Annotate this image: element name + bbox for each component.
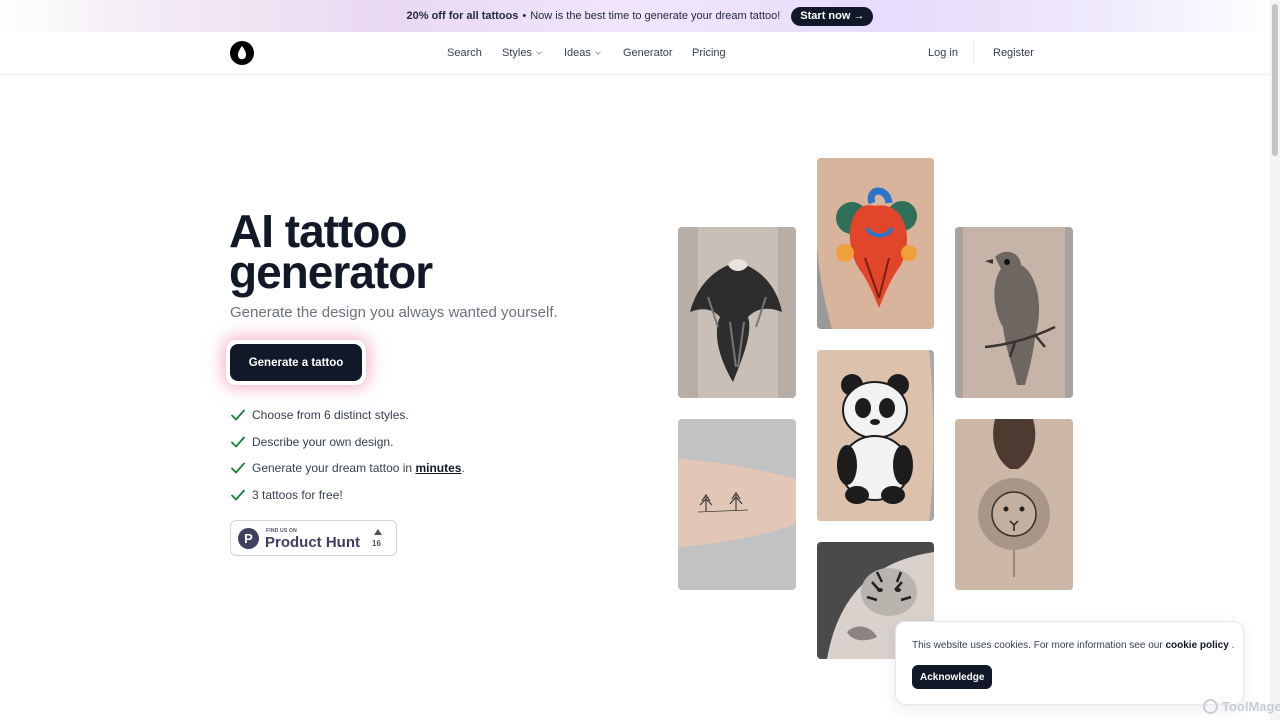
lion-back-tattoo-image [955, 419, 1073, 590]
top-navigation: Search Styles Ideas Generator Pricing Lo… [0, 32, 1270, 75]
promo-discount: 20% off for all tattoos [406, 10, 519, 22]
page-title: AI tattoo generator [229, 205, 433, 298]
nav-pricing[interactable]: Pricing [692, 47, 726, 59]
trees-tattoo-image [678, 419, 796, 590]
page-scrollbar[interactable] [1270, 0, 1280, 720]
feature-item: 3 tattoos for free! [230, 482, 465, 509]
acknowledge-button[interactable]: Acknowledge [912, 665, 993, 689]
check-icon [231, 436, 245, 448]
feature-list: Choose from 6 distinct styles. Describe … [230, 402, 465, 508]
upvote-arrow-icon [374, 529, 382, 535]
nav-generator[interactable]: Generator [623, 47, 673, 59]
scrollbar-thumb[interactable] [1272, 4, 1278, 156]
panda-tattoo-image [817, 350, 934, 521]
eagle-tattoo-image [678, 227, 796, 398]
start-now-button[interactable]: Start now → [791, 6, 874, 26]
chevron-down-icon [536, 49, 542, 55]
feature-item: Describe your own design. [230, 429, 465, 456]
cookie-policy-link[interactable]: cookie policy [1165, 640, 1228, 651]
promo-banner: 20% off for all tattoos • Now is the bes… [0, 0, 1280, 32]
nav-divider [973, 42, 974, 64]
nav-ideas[interactable]: Ideas [564, 47, 601, 59]
nav-search[interactable]: Search [447, 47, 482, 59]
login-link[interactable]: Log in [928, 47, 958, 59]
hero-subtitle: Generate the design you always wanted yo… [230, 304, 558, 321]
nav-styles[interactable]: Styles [502, 47, 542, 59]
drop-logo-icon[interactable] [230, 41, 254, 65]
check-icon [231, 409, 245, 421]
anatomical-heart-tattoo-image [817, 158, 934, 329]
check-icon [231, 462, 245, 474]
watermark-logo-icon [1203, 699, 1218, 714]
bird-tattoo-image [955, 227, 1073, 398]
cookie-banner: This website uses cookies. For more info… [895, 621, 1244, 705]
product-hunt-badge[interactable]: P FIND US ON Product Hunt 16 [230, 520, 397, 556]
cookie-message: This website uses cookies. For more info… [912, 640, 1235, 651]
check-icon [231, 489, 245, 501]
promo-message: Now is the best time to generate your dr… [530, 10, 781, 22]
feature-item: Choose from 6 distinct styles. [230, 402, 465, 429]
upvote-count: 16 [372, 539, 381, 548]
chevron-down-icon [595, 49, 601, 55]
minutes-link[interactable]: minutes [415, 461, 461, 475]
product-hunt-name: Product Hunt [265, 534, 360, 551]
product-hunt-logo-icon: P [238, 528, 259, 549]
feature-item: Generate your dream tattoo in minutes. [230, 455, 465, 482]
generate-tattoo-button[interactable]: Generate a tattoo [230, 344, 362, 381]
register-link[interactable]: Register [993, 47, 1034, 59]
promo-separator: • [522, 10, 527, 22]
watermark: ToolMage [1203, 699, 1280, 714]
